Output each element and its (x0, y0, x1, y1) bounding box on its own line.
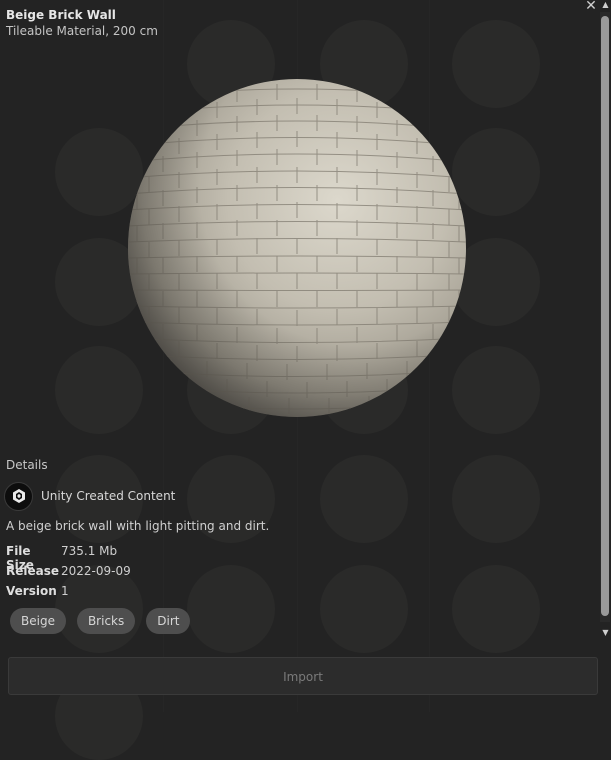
close-icon[interactable]: ✕ (584, 0, 598, 14)
scroll-track[interactable] (600, 12, 610, 622)
release-label: Release (6, 564, 60, 578)
background-circle (320, 455, 408, 543)
material-preview-sphere[interactable] (127, 78, 467, 418)
unity-logo-icon (4, 481, 33, 511)
background-circle (452, 455, 540, 543)
background-circle (187, 565, 275, 653)
creator-name: Unity Created Content (41, 489, 176, 503)
tag-list: Beige Bricks Dirt (10, 608, 191, 634)
background-circle (320, 565, 408, 653)
tag-beige[interactable]: Beige (10, 608, 66, 634)
material-subtitle: Tileable Material, 200 cm (6, 24, 158, 38)
release-row: Release 2022-09-09 (6, 564, 131, 578)
version-label: Version (6, 584, 57, 598)
details-heading: Details (6, 458, 48, 472)
tag-dirt[interactable]: Dirt (146, 608, 191, 634)
import-button[interactable]: Import (8, 657, 598, 695)
vertical-scrollbar[interactable]: ▲ ▼ (600, 0, 611, 640)
material-description: A beige brick wall with light pitting an… (6, 519, 270, 533)
brick-sphere (128, 79, 466, 417)
scroll-thumb[interactable] (601, 16, 609, 616)
scroll-down-arrow-icon[interactable]: ▼ (601, 628, 610, 638)
material-title: Beige Brick Wall (6, 8, 116, 22)
version-value: 1 (61, 584, 69, 598)
release-value: 2022-09-09 (61, 564, 131, 578)
scroll-up-arrow-icon[interactable]: ▲ (601, 0, 610, 10)
version-row: Version 1 (6, 584, 69, 598)
tag-bricks[interactable]: Bricks (76, 608, 136, 634)
creator-row[interactable]: Unity Created Content (4, 481, 176, 511)
background-circle (452, 565, 540, 653)
